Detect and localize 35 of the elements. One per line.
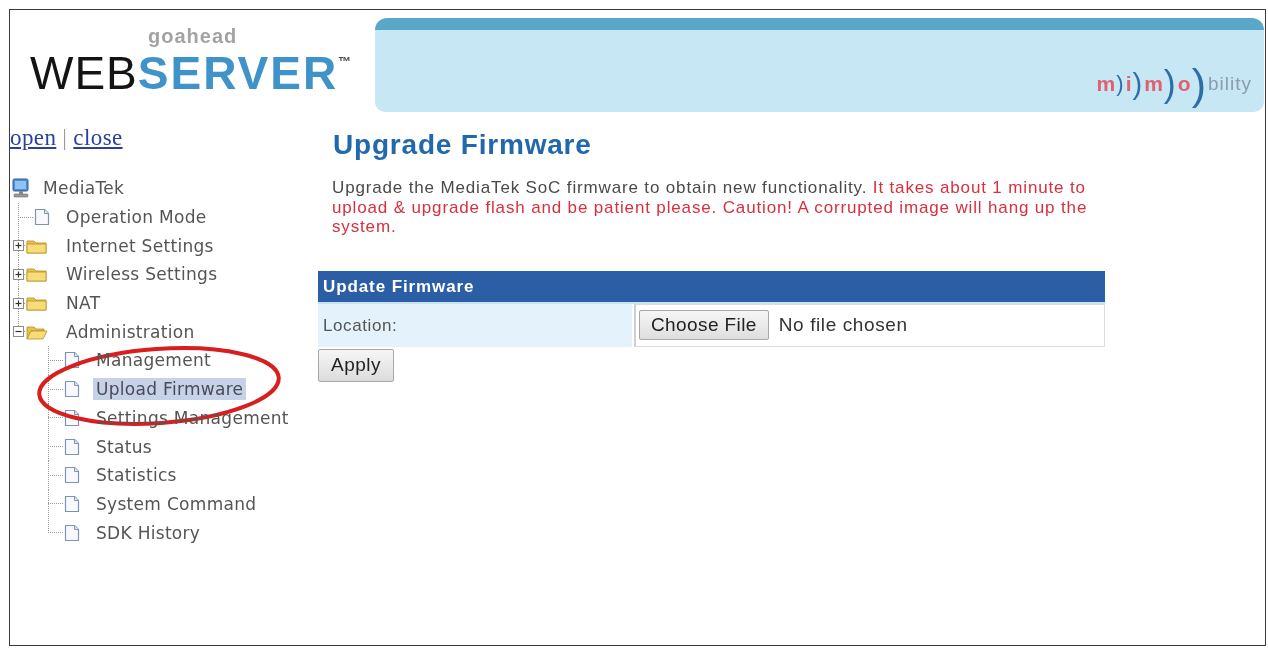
tree-item[interactable]: Administration [63, 320, 198, 343]
page-icon [64, 523, 80, 542]
page-icon [64, 494, 80, 513]
plus-box-icon[interactable] [13, 268, 24, 280]
minus-box-icon[interactable] [13, 326, 24, 338]
logo-wordmark: WEBSERVER™ [30, 52, 352, 94]
tree-item[interactable]: Upload Firmware [93, 378, 247, 401]
tree-item[interactable]: MediaTek [40, 177, 128, 200]
tree-item[interactable]: Management [93, 349, 214, 372]
field-label-cell: Location: [318, 303, 632, 347]
apply-button[interactable]: Apply [318, 348, 394, 382]
computer-icon [12, 178, 30, 199]
plus-box-icon[interactable] [13, 240, 24, 252]
tree-item[interactable]: Wireless Settings [63, 263, 221, 286]
sidebar-link[interactable]: close [73, 124, 123, 152]
tree-item[interactable]: System Command [93, 492, 260, 515]
file-status-text: No file chosen [778, 314, 908, 336]
link-separator: | [62, 124, 68, 152]
tree-item[interactable]: Status [93, 435, 155, 458]
plus-box-icon[interactable] [13, 297, 24, 309]
tree-item[interactable]: NAT [63, 292, 104, 315]
intro-text: Upgrade the MediaTek SoC firmware to obtain new functionality. It takes about 1 minute to upload & upgrade flash and be patient please. Caution! A corrupted image will hang up the system. [332, 178, 1089, 237]
choose-file-button[interactable]: Choose File [639, 310, 769, 340]
tree-item[interactable]: SDK History [93, 521, 204, 544]
table-header: Update Firmware [318, 270, 1105, 304]
logo-tagline: goahead [148, 24, 238, 48]
page-icon [64, 466, 80, 485]
page-icon [34, 208, 50, 227]
page-icon [64, 437, 80, 456]
tree-item[interactable]: Operation Mode [63, 206, 210, 229]
sidebar-link[interactable]: open [10, 124, 57, 152]
tree-item[interactable]: Internet Settings [63, 234, 217, 257]
tree-item[interactable]: Statistics [93, 464, 180, 487]
page-title: Upgrade Firmware [333, 128, 593, 162]
page-icon [64, 380, 80, 399]
